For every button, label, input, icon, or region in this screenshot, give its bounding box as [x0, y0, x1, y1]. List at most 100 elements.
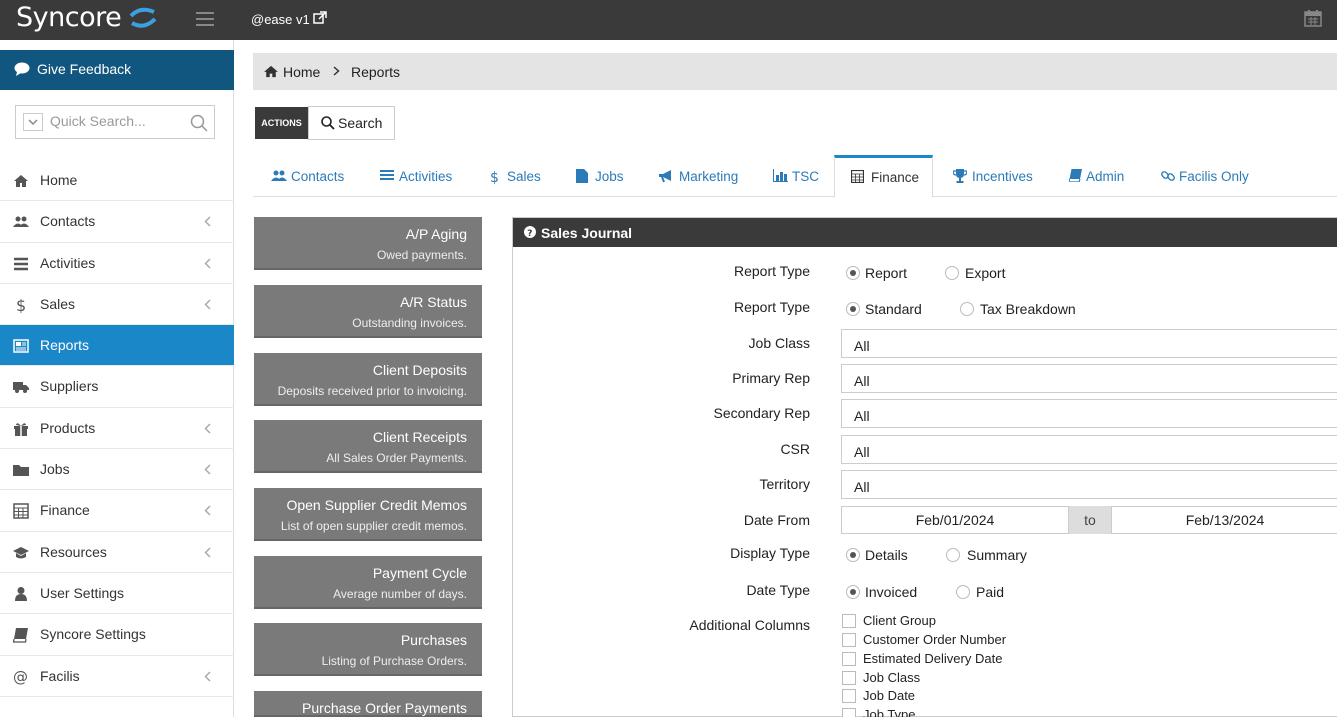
quick-search-input[interactable]	[50, 113, 180, 129]
select-value: All	[854, 373, 870, 389]
tab-activities[interactable]: Activities	[376, 155, 476, 197]
dollar-icon: $	[490, 170, 499, 184]
tab-label: Marketing	[679, 169, 739, 184]
quick-search-dropdown[interactable]	[23, 113, 43, 131]
breadcrumb: Home Reports	[253, 53, 1337, 90]
report-card-client-deposits[interactable]: Client Deposits Deposits received prior …	[254, 353, 482, 406]
report-card-payment-cycle[interactable]: Payment Cycle Average number of days.	[254, 556, 482, 609]
tab-label: Facilis Only	[1179, 169, 1249, 184]
radio-label: Invoiced	[865, 584, 918, 600]
actions-button[interactable]: ACTIONS	[255, 107, 308, 139]
report-tabs: Contacts Activities $ Sales Jobs Marketi…	[253, 155, 1337, 198]
tab-label: Admin	[1086, 169, 1125, 184]
select-value: All	[854, 408, 870, 424]
app-name[interactable]: @ease v1	[251, 12, 310, 27]
column-estimated-delivery-date-checkbox[interactable]	[842, 652, 856, 666]
file-icon	[576, 169, 588, 183]
tab-contacts[interactable]: Contacts	[268, 155, 368, 197]
date-to-input[interactable]: Feb/13/2024	[1111, 506, 1337, 534]
additional-columns-label: Additional Columns	[689, 617, 810, 633]
report-card-ar-status[interactable]: A/R Status Outstanding invoices.	[254, 285, 482, 338]
tab-jobs[interactable]: Jobs	[574, 155, 634, 197]
column-client-group-checkbox[interactable]	[842, 614, 856, 628]
tab-marketing[interactable]: Marketing	[657, 155, 747, 197]
sidebar-item-finance[interactable]: Finance	[0, 490, 234, 532]
tab-label: Jobs	[595, 169, 624, 184]
report-card-ap-aging[interactable]: A/P Aging Owed payments.	[254, 217, 482, 270]
sidebar-item-reports[interactable]: Reports	[0, 325, 234, 367]
gift-icon	[14, 423, 28, 436]
user-icon	[15, 586, 27, 601]
report-card-client-receipts[interactable]: Client Receipts All Sales Order Payments…	[254, 420, 482, 473]
tab-admin[interactable]: Admin	[1067, 155, 1137, 197]
calendar-icon[interactable]	[1304, 9, 1322, 27]
breadcrumb-home-link[interactable]: Home	[283, 64, 320, 80]
secondary-rep-label: Secondary Rep	[713, 405, 810, 421]
give-feedback-button[interactable]: Give Feedback	[0, 50, 234, 90]
book-icon	[13, 628, 28, 643]
display-type-details-radio[interactable]	[846, 548, 860, 562]
column-job-date-checkbox[interactable]	[842, 689, 856, 703]
bullhorn-icon	[659, 170, 671, 183]
report-type-standard-radio[interactable]	[846, 302, 860, 316]
give-feedback-label: Give Feedback	[37, 61, 132, 77]
date-type-invoiced-radio[interactable]	[846, 585, 860, 599]
report-card-purchase-order-payments[interactable]: Purchase Order Payments	[254, 691, 482, 717]
column-customer-order-number-checkbox[interactable]	[842, 633, 856, 647]
logo[interactable]: Syncore	[16, 2, 122, 33]
comment-icon	[14, 62, 30, 76]
chevron-left-icon	[204, 299, 211, 310]
date-type-label: Date Type	[746, 582, 810, 598]
sidebar-item-home[interactable]: Home	[0, 160, 234, 202]
report-type-report-radio[interactable]	[846, 266, 860, 280]
sidebar-item-user-settings[interactable]: User Settings	[0, 573, 234, 615]
select-value: All	[854, 479, 870, 495]
question-circle-icon[interactable]: ?	[524, 226, 536, 238]
radio-label: Details	[865, 547, 908, 563]
report-description: Deposits received prior to invoicing.	[277, 384, 467, 398]
sidebar-item-label: Suppliers	[40, 378, 99, 395]
search-button[interactable]: Search	[308, 106, 395, 140]
external-link-icon[interactable]	[313, 11, 327, 25]
sidebar-item-jobs[interactable]: Jobs	[0, 449, 234, 491]
tab-label: Activities	[399, 169, 453, 184]
search-icon[interactable]	[190, 114, 208, 132]
chevron-left-icon	[204, 671, 211, 682]
tab-sales[interactable]: $ Sales	[487, 155, 547, 197]
column-job-class-checkbox[interactable]	[842, 671, 856, 685]
chevron-left-icon	[204, 505, 211, 516]
report-card-open-supplier-credit-memos[interactable]: Open Supplier Credit Memos List of open …	[254, 488, 482, 541]
territory-select[interactable]: All	[841, 470, 1337, 499]
sidebar-item-resources[interactable]: Resources	[0, 532, 234, 573]
sidebar-item-facilis[interactable]: @ Facilis	[0, 656, 234, 697]
secondary-rep-select[interactable]: All	[841, 399, 1337, 428]
tab-tsc[interactable]: TSC	[771, 155, 821, 197]
primary-rep-select[interactable]: All	[841, 364, 1337, 393]
menu-toggle-icon[interactable]	[196, 12, 214, 27]
checkbox-label: Job Date	[863, 688, 916, 703]
svg-text:$: $	[16, 297, 26, 313]
csr-select[interactable]: All	[841, 435, 1337, 464]
tab-finance[interactable]: Finance	[834, 155, 933, 198]
tab-facilis-only[interactable]: Facilis Only	[1160, 155, 1260, 197]
column-job-type-checkbox[interactable]	[842, 708, 856, 717]
sidebar-item-sales[interactable]: $ Sales	[0, 284, 234, 326]
report-type-export-radio[interactable]	[945, 266, 959, 280]
sidebar-item-activities[interactable]: Activities	[0, 243, 234, 284]
search-button-label: Search	[338, 115, 383, 131]
date-type-paid-radio[interactable]	[956, 585, 970, 599]
sidebar-item-syncore-settings[interactable]: Syncore Settings	[0, 614, 234, 656]
sidebar-item-contacts[interactable]: Contacts	[0, 201, 234, 243]
job-class-select[interactable]: All	[841, 329, 1337, 358]
sidebar-item-products[interactable]: Products	[0, 408, 234, 450]
date-from-input[interactable]: Feb/01/2024	[841, 506, 1069, 534]
display-type-summary-radio[interactable]	[946, 548, 960, 562]
checkbox-label: Client Group	[863, 613, 936, 628]
at-icon: @	[13, 669, 28, 685]
sidebar-item-label: Resources	[40, 543, 107, 560]
report-card-purchases[interactable]: Purchases Listing of Purchase Orders.	[254, 623, 482, 676]
tab-incentives[interactable]: Incentives	[951, 155, 1041, 197]
sidebar-item-suppliers[interactable]: Suppliers	[0, 366, 234, 408]
report-type-label: Report Type	[733, 299, 810, 315]
report-type-tax-breakdown-radio[interactable]	[960, 302, 974, 316]
